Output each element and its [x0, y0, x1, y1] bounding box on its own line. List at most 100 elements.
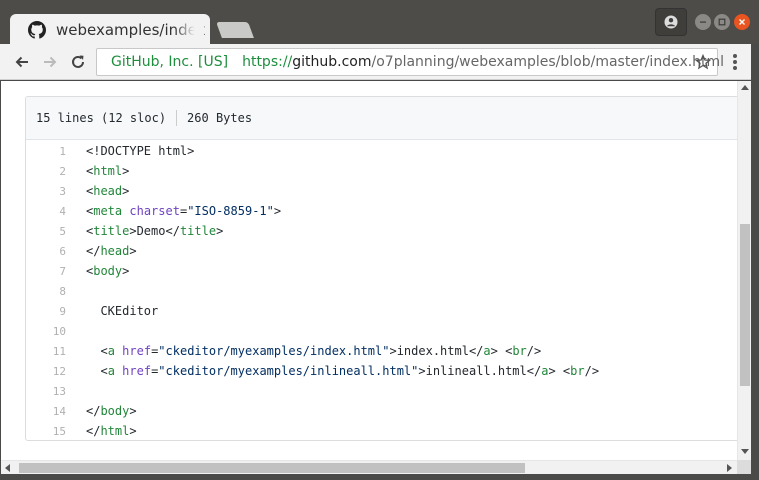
back-button[interactable] — [10, 50, 34, 74]
reload-icon — [72, 55, 84, 68]
browser-tab[interactable]: webexamples/index.html — [10, 14, 210, 46]
line-number[interactable]: 6 — [26, 245, 66, 258]
code-token: > — [129, 424, 137, 438]
scroll-down-icon[interactable] — [741, 449, 749, 454]
code-token: > — [129, 404, 137, 418]
line-source: </html> — [86, 424, 137, 438]
line-source: CKEditor — [86, 304, 158, 318]
code-token: > — [273, 204, 282, 218]
code-line: 12 <a href="ckeditor/myexamples/inlineal… — [26, 361, 737, 381]
code-token: >Demo</ — [129, 224, 180, 238]
code-line: 8 — [26, 281, 737, 301]
line-source: <body> — [86, 264, 129, 278]
line-number[interactable]: 9 — [26, 305, 66, 318]
code-token: body — [100, 404, 130, 418]
line-number[interactable]: 1 — [26, 145, 66, 158]
line-number[interactable]: 8 — [26, 285, 66, 298]
line-number[interactable]: 15 — [26, 425, 66, 438]
code-line: 10 — [26, 321, 737, 341]
star-icon[interactable] — [695, 54, 711, 70]
code-line: 13 — [26, 381, 737, 401]
code-token: > — [122, 264, 130, 278]
line-number[interactable]: 11 — [26, 345, 66, 358]
arrow-right-icon — [44, 56, 57, 68]
reload-button[interactable] — [66, 50, 90, 74]
code-token: html — [93, 164, 123, 178]
line-number[interactable]: 14 — [26, 405, 66, 418]
code-token: href — [122, 364, 152, 378]
code-line: 1 <!DOCTYPE html> — [26, 141, 737, 161]
code-token: a — [483, 344, 491, 358]
code-token: "ckeditor/myexamples/index.html" — [158, 344, 390, 358]
vertical-scroll-thumb[interactable] — [740, 224, 750, 386]
code-line: 6 </head> — [26, 241, 737, 261]
code-token: < — [86, 344, 108, 358]
code-token: < — [86, 364, 108, 378]
code-token: > < — [490, 344, 513, 358]
line-source: <!DOCTYPE html> — [86, 144, 194, 158]
maximize-button[interactable] — [714, 14, 730, 30]
code-line: 9 CKEditor — [26, 301, 737, 321]
forward-button[interactable] — [38, 50, 62, 74]
code-token: meta — [93, 204, 123, 218]
code-token: <!DOCTYPE html> — [86, 144, 195, 158]
site-identity[interactable]: GitHub, Inc. [US] — [111, 54, 228, 70]
scroll-right-icon[interactable] — [727, 464, 732, 472]
line-source: <title>Demo</title> — [86, 224, 223, 238]
code-token: "ISO-8859-1" — [187, 204, 274, 218]
file-view: 15 lines (12 sloc) 260 Bytes 1 <!DOCTYPE … — [25, 96, 737, 441]
line-number[interactable]: 10 — [26, 325, 66, 338]
code-token: body — [93, 264, 123, 278]
vertical-scrollbar[interactable] — [737, 81, 751, 460]
code-token: br — [512, 344, 527, 358]
new-tab-button[interactable] — [216, 22, 254, 38]
code-token: a — [107, 364, 115, 378]
line-number[interactable]: 5 — [26, 225, 66, 238]
code-token: > — [122, 164, 130, 178]
code-token: a — [107, 344, 115, 358]
code-token: title — [179, 224, 217, 238]
code-listing: 1 <!DOCTYPE html> 2 <html> 3 <head> 4 <meta cha… — [26, 141, 737, 440]
scrollbar-corner — [737, 460, 751, 474]
code-token: "ckeditor/myexamples/inlineall.html" — [158, 364, 419, 378]
line-source: </body> — [86, 404, 137, 418]
line-number[interactable]: 2 — [26, 165, 66, 178]
line-source: <a href="ckeditor/myexamples/index.html"… — [86, 344, 541, 358]
line-number[interactable]: 4 — [26, 205, 66, 218]
window-frame-right — [751, 44, 759, 480]
code-line: 14 </body> — [26, 401, 737, 421]
code-token: charset — [129, 204, 180, 218]
url-path: /o7planning/webexamples/blob/master/inde… — [371, 54, 725, 70]
window-frame-bottom — [0, 474, 759, 480]
code-token: > < — [548, 364, 571, 378]
url-scheme: https:// — [242, 54, 293, 70]
code-line: 7 <body> — [26, 261, 737, 281]
code-token: </ — [86, 424, 101, 438]
line-source: <meta charset="ISO-8859-1"> — [86, 204, 281, 218]
minimize-button[interactable] — [695, 14, 711, 30]
close-button[interactable] — [734, 14, 750, 30]
scroll-left-icon[interactable] — [5, 464, 10, 472]
line-number[interactable]: 13 — [26, 385, 66, 398]
profile-button[interactable] — [655, 8, 687, 36]
arrow-left-icon — [15, 56, 28, 68]
file-size: 260 Bytes — [187, 111, 253, 125]
address-bar[interactable]: GitHub, Inc. [US] https://github.com/o7p… — [96, 48, 724, 76]
code-line: 15 </html> — [26, 421, 737, 440]
scroll-up-icon[interactable] — [741, 85, 749, 90]
line-number[interactable]: 12 — [26, 365, 66, 378]
github-icon — [28, 21, 46, 39]
code-token: CKEditor — [86, 304, 159, 318]
menu-dot-icon — [733, 66, 737, 70]
horizontal-scroll-thumb[interactable] — [19, 463, 525, 473]
minimize-icon — [700, 21, 706, 23]
window-titlebar: webexamples/index.html — [0, 0, 759, 46]
browser-toolbar: GitHub, Inc. [US] https://github.com/o7p… — [0, 44, 759, 80]
code-token: /> — [526, 344, 542, 358]
line-number[interactable]: 3 — [26, 185, 66, 198]
line-number[interactable]: 7 — [26, 265, 66, 278]
line-source: <a href="ckeditor/myexamples/inlineall.h… — [86, 364, 599, 378]
menu-button[interactable] — [726, 52, 744, 72]
horizontal-scrollbar[interactable] — [1, 460, 751, 474]
code-token: </ — [86, 244, 101, 258]
